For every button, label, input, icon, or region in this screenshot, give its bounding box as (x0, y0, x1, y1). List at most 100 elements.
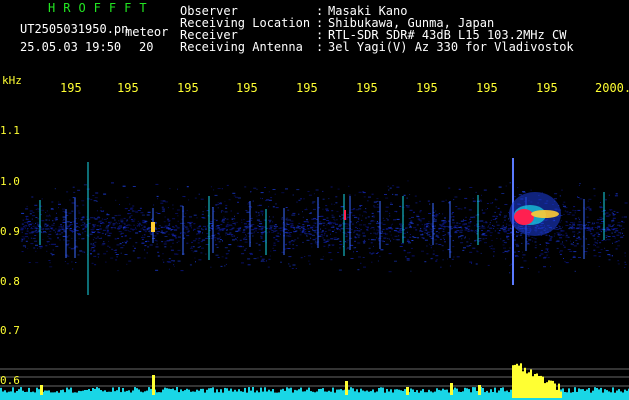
trace-bar (216, 389, 218, 395)
noise-pixel (136, 210, 138, 212)
noise-pixel (90, 199, 93, 201)
noise-pixel (557, 233, 560, 235)
noise-pixel (533, 237, 535, 239)
noise-pixel (49, 214, 50, 216)
noise-pixel (559, 237, 563, 239)
noise-pixel (421, 250, 424, 252)
noise-pixel (129, 209, 133, 210)
noise-pixel (260, 235, 262, 237)
trace-bar (398, 389, 400, 395)
trace-bar (488, 392, 490, 395)
noise-pixel (467, 230, 470, 232)
noise-pixel (268, 228, 272, 229)
noise-pixel (508, 224, 512, 226)
noise-pixel (232, 221, 234, 223)
trace-burst (550, 380, 552, 398)
noise-pixel (464, 197, 468, 199)
noise-pixel (453, 227, 455, 229)
noise-pixel (363, 242, 366, 244)
noise-pixel (593, 188, 596, 190)
noise-pixel (29, 210, 33, 212)
noise-pixel (601, 231, 602, 233)
trace-bar (370, 391, 372, 395)
trace-burst (540, 375, 542, 398)
noise-pixel (205, 206, 207, 208)
noise-pixel (173, 260, 175, 262)
noise-pixel (448, 187, 451, 189)
noise-pixel (546, 242, 549, 244)
noise-pixel (513, 239, 516, 241)
noise-pixel (322, 222, 326, 224)
noise-pixel (572, 231, 576, 233)
noise-pixel (608, 194, 610, 196)
noise-pixel (279, 230, 283, 232)
noise-pixel (614, 237, 616, 239)
noise-pixel (318, 216, 321, 217)
trace-peak (406, 387, 409, 395)
noise-pixel (578, 238, 582, 240)
trace-bar (272, 389, 274, 395)
noise-pixel (433, 250, 435, 252)
noise-pixel (35, 244, 38, 246)
noise-pixel (292, 264, 296, 266)
noise-pixel (269, 225, 273, 227)
noise-pixel (54, 188, 56, 190)
noise-pixel (563, 205, 566, 207)
noise-pixel (471, 230, 474, 232)
noise-pixel (130, 215, 133, 217)
noise-pixel (233, 195, 236, 197)
noise-pixel (186, 209, 188, 211)
noise-pixel (356, 251, 358, 252)
noise-pixel (292, 214, 296, 216)
noise-pixel (22, 245, 26, 247)
noise-pixel (476, 250, 478, 252)
noise-pixel (214, 239, 216, 241)
noise-pixel (382, 233, 386, 234)
noise-pixel (336, 229, 338, 230)
noise-pixel (45, 245, 48, 247)
noise-pixel (137, 210, 141, 211)
noise-pixel (161, 208, 165, 210)
trace-bar (490, 389, 492, 395)
noise-pixel (461, 227, 463, 229)
trace-bar (236, 391, 238, 395)
noise-pixel (451, 213, 453, 215)
noise-pixel (577, 209, 581, 211)
noise-pixel (607, 229, 611, 230)
noise-pixel (614, 231, 617, 233)
noise-pixel (75, 222, 78, 224)
noise-pixel (557, 232, 561, 234)
noise-pixel (310, 227, 314, 229)
noise-pixel (516, 245, 520, 247)
noise-pixel (499, 211, 502, 213)
noise-pixel (371, 212, 374, 214)
noise-pixel (21, 212, 25, 214)
noise-pixel (310, 234, 312, 235)
noise-pixel (604, 247, 606, 249)
noise-pixel (328, 229, 332, 231)
noise-pixel (577, 233, 579, 235)
noise-pixel (433, 219, 437, 221)
noise-pixel (105, 227, 109, 229)
noise-pixel (226, 184, 229, 186)
noise-pixel (447, 258, 449, 260)
noise-pixel (615, 248, 618, 250)
trace-bar (348, 389, 350, 395)
noise-pixel (58, 207, 59, 209)
noise-pixel (368, 196, 371, 198)
noise-pixel (246, 211, 250, 213)
noise-pixel (292, 212, 296, 214)
noise-pixel (237, 245, 240, 247)
noise-pixel (95, 237, 98, 239)
noise-pixel (433, 220, 437, 222)
noise-pixel (463, 247, 466, 249)
noise-pixel (585, 208, 587, 210)
trace-bar (24, 392, 26, 395)
noise-pixel (357, 242, 361, 244)
noise-pixel (201, 228, 203, 230)
trace-burst (520, 363, 522, 398)
trace-burst (532, 376, 534, 398)
noise-pixel (251, 207, 253, 209)
trace-bar (410, 388, 412, 395)
noise-pixel (405, 205, 408, 207)
